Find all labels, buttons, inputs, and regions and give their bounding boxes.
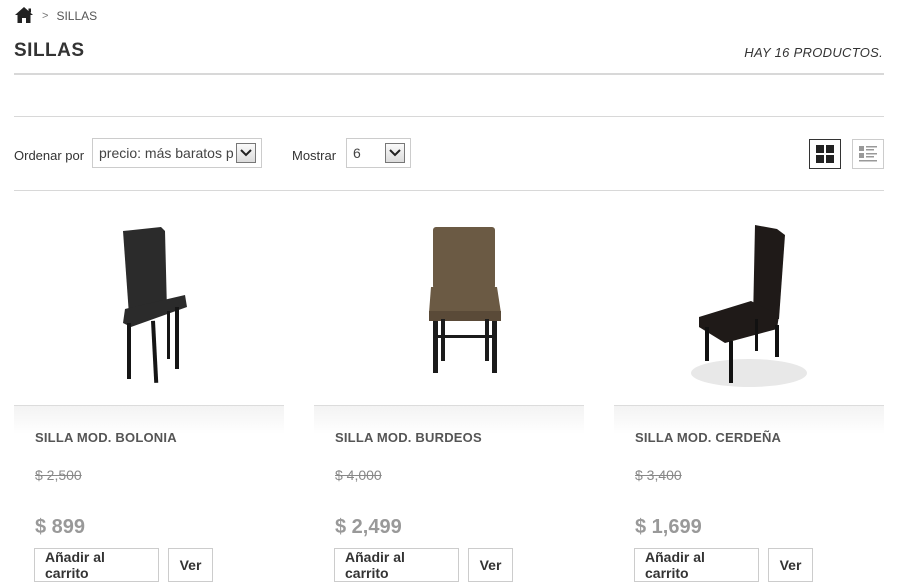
product-card: SILLA MOD. CERDEÑA $ 3,400 $ 1,699 Añadi… [614, 205, 884, 582]
breadcrumb-current: SILLAS [56, 9, 98, 23]
show-select-value: 6 [353, 145, 361, 161]
sort-select-value: precio: más baratos p [99, 145, 234, 161]
sort-label: Ordenar por [14, 148, 85, 163]
product-image[interactable] [614, 205, 884, 405]
sort-toolbar: Ordenar por precio: más baratos p Mostra… [14, 138, 884, 170]
divider [14, 73, 884, 75]
product-card: SILLA MOD. BOLONIA $ 2,500 $ 899 Añadir … [14, 205, 284, 582]
add-to-cart-button[interactable]: Añadir al carrito [34, 548, 159, 582]
breadcrumb-separator: > [42, 10, 49, 22]
product-name[interactable]: SILLA MOD. BURDEOS [335, 430, 482, 445]
product-price: $ 1,699 [635, 516, 702, 538]
product-card: SILLA MOD. BURDEOS $ 4,000 $ 2,499 Añadi… [314, 205, 584, 582]
product-old-price: $ 4,000 [335, 467, 382, 483]
grid-view-button[interactable] [809, 139, 841, 169]
chevron-down-icon[interactable] [236, 143, 256, 163]
show-label: Mostrar [292, 148, 337, 163]
product-name[interactable]: SILLA MOD. BOLONIA [35, 430, 177, 445]
breadcrumb: > SILLAS [14, 6, 97, 26]
chevron-down-icon[interactable] [385, 143, 405, 163]
show-select[interactable]: 6 [346, 138, 411, 168]
product-count: HAY 16 PRODUCTOS. [744, 45, 883, 60]
add-to-cart-button[interactable]: Añadir al carrito [634, 548, 759, 582]
view-button[interactable]: Ver [468, 548, 513, 582]
home-icon[interactable] [14, 6, 34, 26]
product-old-price: $ 2,500 [35, 467, 82, 483]
product-price: $ 899 [35, 516, 86, 538]
product-price: $ 2,499 [335, 516, 402, 538]
view-button[interactable]: Ver [168, 548, 213, 582]
divider [14, 190, 884, 191]
product-image[interactable] [314, 205, 584, 405]
sort-select[interactable]: precio: más baratos p [92, 138, 262, 168]
product-name[interactable]: SILLA MOD. CERDEÑA [635, 430, 781, 445]
product-old-price: $ 3,400 [635, 467, 682, 483]
view-button[interactable]: Ver [768, 548, 813, 582]
product-image[interactable] [14, 205, 284, 405]
divider [14, 116, 884, 117]
grid-icon [816, 145, 834, 163]
page-title: SILLAS [14, 40, 85, 61]
list-icon [859, 146, 877, 162]
list-view-button[interactable] [852, 139, 884, 169]
add-to-cart-button[interactable]: Añadir al carrito [334, 548, 459, 582]
